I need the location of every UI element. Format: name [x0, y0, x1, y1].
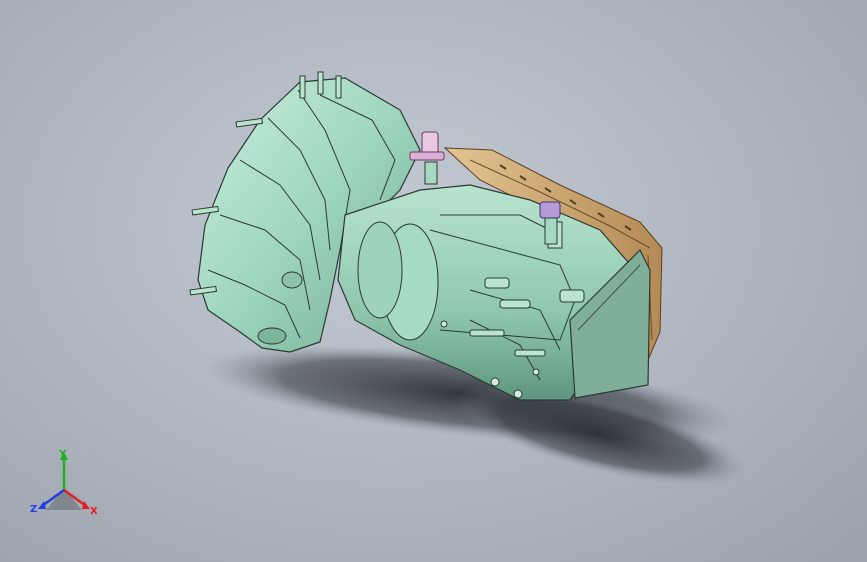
transmission-model[interactable]: [0, 0, 867, 562]
graphics-viewport[interactable]: Y X Z: [0, 0, 867, 562]
triad-y-label: Y: [59, 449, 67, 460]
triad-z-label: Z: [30, 504, 38, 515]
triad-x-label: X: [90, 506, 98, 517]
